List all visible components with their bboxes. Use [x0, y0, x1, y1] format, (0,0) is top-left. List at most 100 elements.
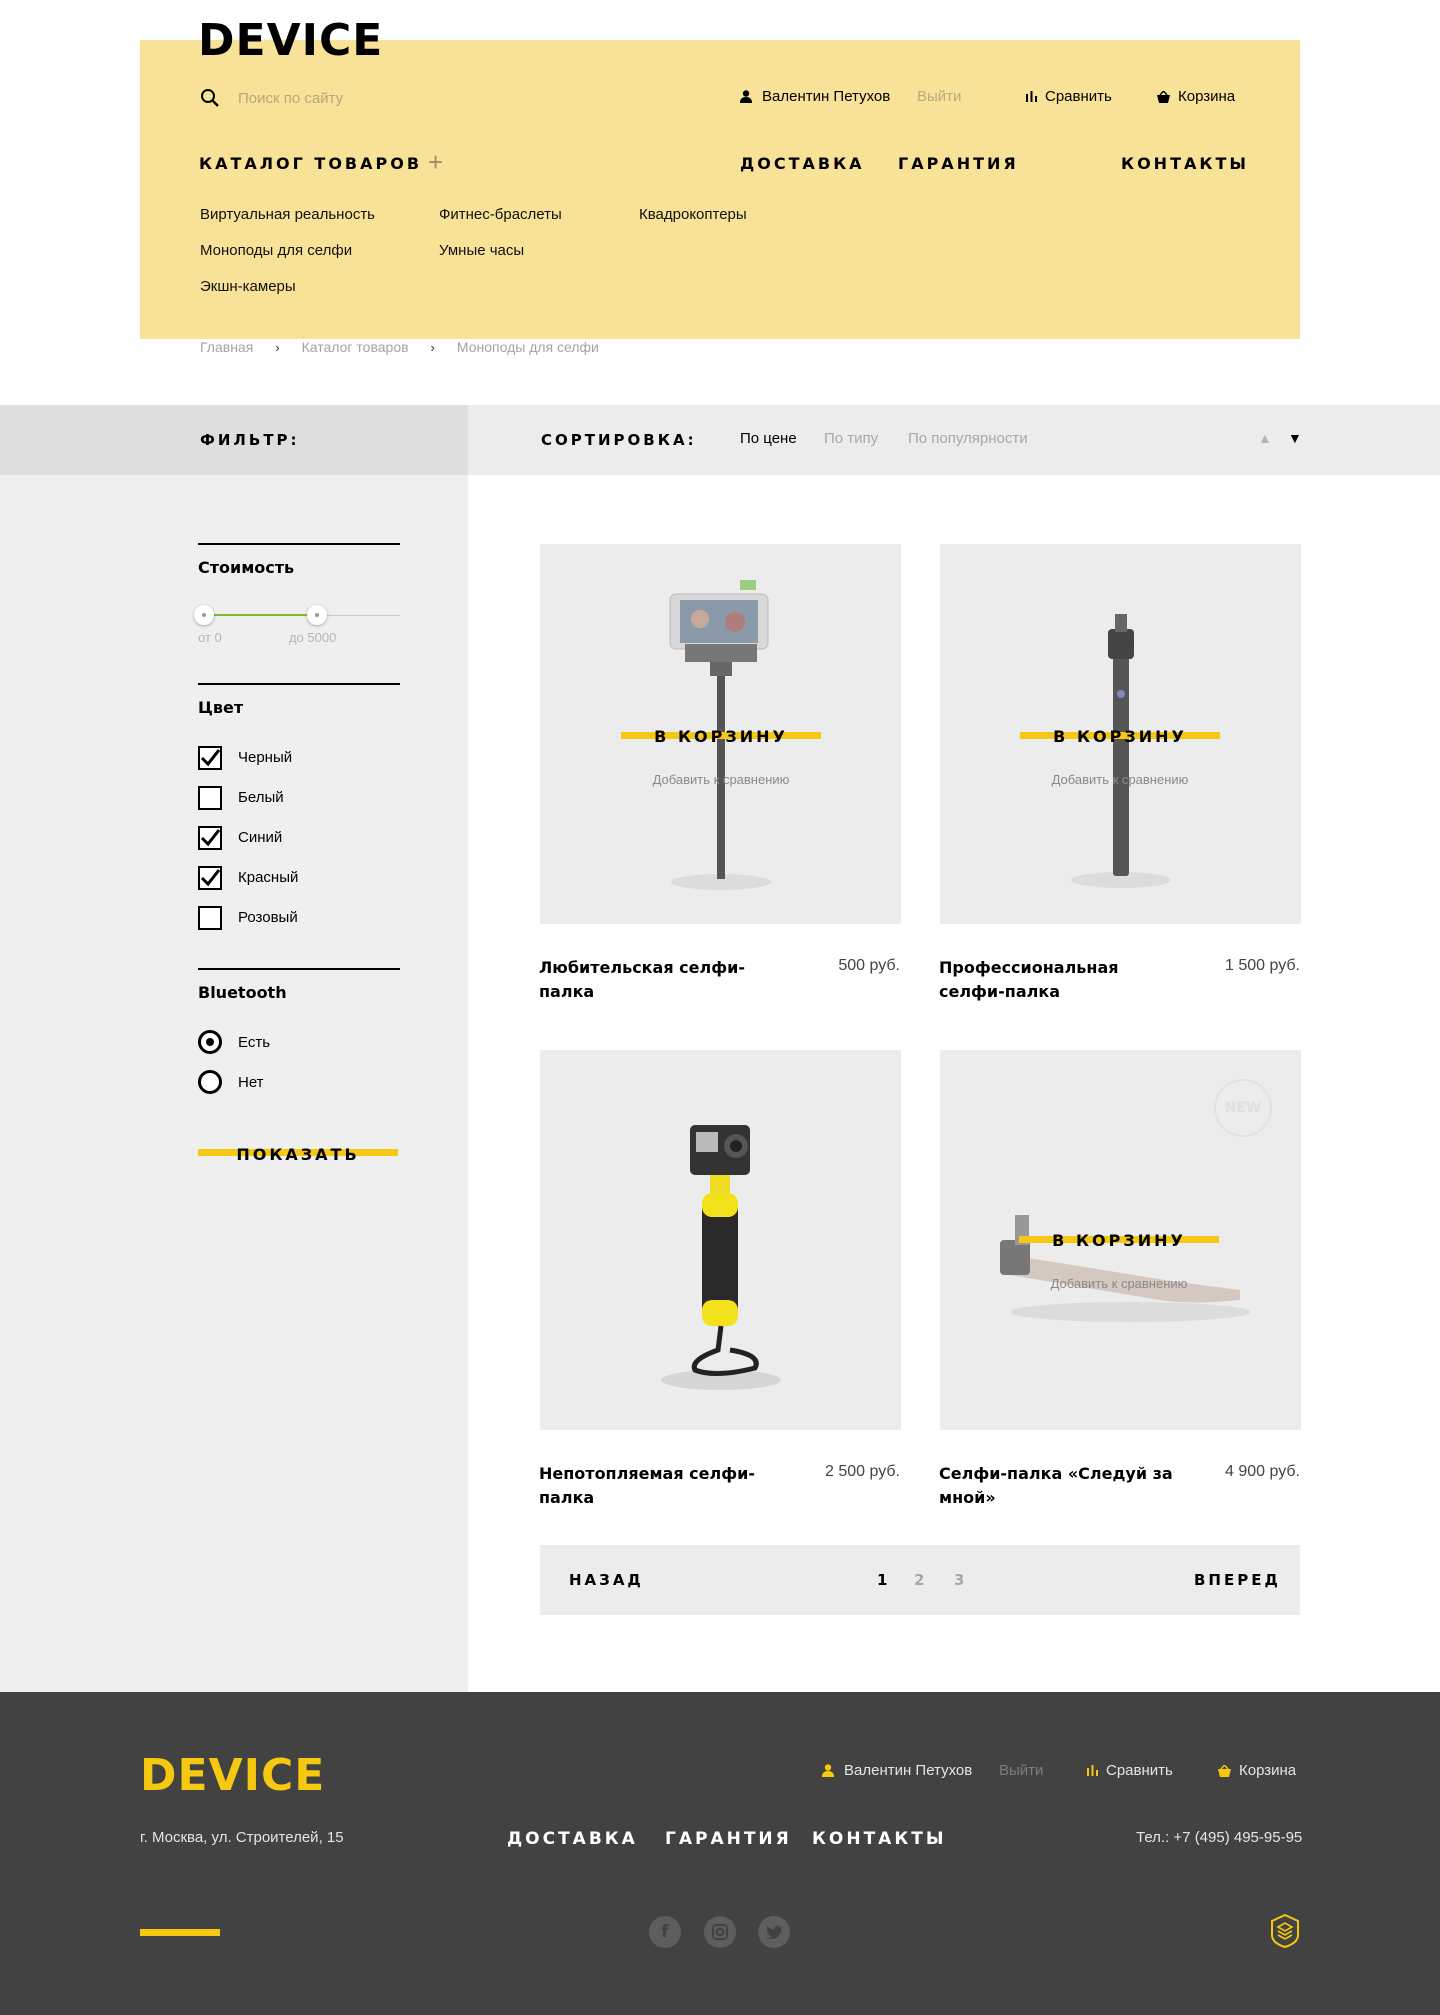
divider	[198, 968, 400, 970]
breadcrumb-catalog[interactable]: Каталог товаров	[302, 339, 409, 355]
submenu-item[interactable]: Экшн-камеры	[200, 278, 296, 295]
cart-button-label: В КОРЗИНУ	[1053, 726, 1187, 746]
checkbox-label: Розовый	[238, 909, 298, 926]
footer-logo[interactable]: DEVICE	[140, 1750, 325, 1801]
submenu-item[interactable]: Виртуальная реальность	[200, 206, 375, 223]
breadcrumb: Главная › Каталог товаров › Моноподы для…	[200, 339, 599, 355]
sort-desc-icon[interactable]: ▼	[1288, 430, 1302, 446]
facebook-icon[interactable]: f	[649, 1916, 681, 1948]
product-title[interactable]: Селфи-палка «Следуй за мной»	[939, 1462, 1189, 1510]
checkmark-icon	[200, 869, 220, 887]
product-title[interactable]: Любительская селфи-палка	[539, 956, 789, 1004]
filter-title: ФИЛЬТР:	[200, 431, 300, 449]
cart-button-label: В КОРЗИНУ	[654, 726, 788, 746]
new-badge: NEW	[1214, 1079, 1272, 1137]
plus-icon[interactable]: +	[428, 149, 443, 175]
color-filter-title: Цвет	[198, 698, 244, 717]
add-to-compare-link[interactable]: Добавить к сравнению	[621, 772, 821, 787]
checkbox-red[interactable]	[198, 866, 222, 890]
checkbox-white[interactable]	[198, 786, 222, 810]
nav-catalog[interactable]: КАТАЛОГ ТОВАРОВ	[199, 154, 422, 173]
footer-nav-warranty[interactable]: ГАРАНТИЯ	[665, 1829, 792, 1849]
submenu-item[interactable]: Фитнес-браслеты	[439, 206, 562, 223]
footer-compare-link[interactable]: Сравнить	[1087, 1762, 1173, 1779]
chevron-right-icon: ›	[430, 339, 435, 355]
divider	[198, 543, 400, 545]
price-range-fill	[203, 614, 317, 616]
selfie-stick-image	[661, 1125, 781, 1390]
twitter-icon[interactable]	[758, 1916, 790, 1948]
add-to-cart-button[interactable]: В КОРЗИНУ	[1019, 1228, 1219, 1252]
search-input[interactable]	[238, 86, 498, 110]
footer-cart-link[interactable]: Корзина	[1218, 1762, 1296, 1779]
sort-by-type[interactable]: По типу	[824, 430, 878, 447]
add-to-cart-button[interactable]: В КОРЗИНУ	[1020, 724, 1220, 748]
product-price: 2 500 руб.	[825, 1463, 900, 1480]
instagram-icon[interactable]	[704, 1916, 736, 1948]
product-title[interactable]: Профессиональная селфи-палка	[939, 956, 1189, 1004]
search-icon[interactable]	[200, 88, 220, 108]
nav-delivery[interactable]: ДОСТАВКА	[740, 154, 865, 173]
submenu-item[interactable]: Квадрокоптеры	[639, 206, 747, 223]
page-2[interactable]: 2	[914, 1571, 924, 1589]
basket-icon	[1218, 1764, 1231, 1777]
footer	[0, 1692, 1440, 2015]
radio-bluetooth-yes[interactable]	[198, 1030, 222, 1054]
price-max-handle[interactable]	[307, 605, 327, 625]
price-min-label: от 0	[198, 630, 222, 645]
nav-contacts[interactable]: КОНТАКТЫ	[1121, 154, 1249, 173]
checkbox-black[interactable]	[198, 746, 222, 770]
footer-user-link[interactable]: Валентин Петухов	[822, 1762, 972, 1779]
cart-label: Корзина	[1178, 88, 1236, 105]
nav-warranty[interactable]: ГАРАНТИЯ	[898, 154, 1019, 173]
logout-link[interactable]: Выйти	[917, 88, 961, 105]
bluetooth-filter-title: Bluetooth	[198, 983, 287, 1002]
sort-by-popularity[interactable]: По популярности	[908, 430, 1028, 447]
prev-page-button[interactable]: НАЗАД	[569, 1571, 644, 1589]
price-min-handle[interactable]	[194, 605, 214, 625]
radio-bluetooth-no[interactable]	[198, 1070, 222, 1094]
submenu-item[interactable]: Умные часы	[439, 242, 524, 259]
submenu-item[interactable]: Моноподы для селфи	[200, 242, 352, 259]
radio-label: Есть	[238, 1034, 271, 1051]
checkbox-pink[interactable]	[198, 906, 222, 930]
checkbox-label: Красный	[238, 869, 299, 886]
sort-title: СОРТИРОВКА:	[541, 431, 697, 449]
page-1[interactable]: 1	[877, 1571, 887, 1589]
checkbox-label: Синий	[238, 829, 283, 846]
show-button[interactable]: ПОКАЗАТЬ	[198, 1140, 398, 1168]
add-to-cart-button[interactable]: В КОРЗИНУ	[621, 724, 821, 748]
product-price: 500 руб.	[838, 957, 900, 974]
product-price: 1 500 руб.	[1225, 957, 1300, 974]
page-3[interactable]: 3	[954, 1571, 964, 1589]
next-page-button[interactable]: ВПЕРЕД	[1194, 1571, 1281, 1589]
sort-by-price[interactable]: По цене	[740, 430, 797, 447]
user-link[interactable]: Валентин Петухов	[740, 88, 890, 105]
footer-nav-contacts[interactable]: КОНТАКТЫ	[812, 1829, 946, 1849]
filter-sidebar	[0, 475, 468, 1692]
chevron-right-icon: ›	[275, 339, 280, 355]
checkbox-blue[interactable]	[198, 826, 222, 850]
breadcrumb-home[interactable]: Главная	[200, 339, 253, 355]
logo[interactable]: DEVICE	[198, 16, 383, 66]
footer-user-name: Валентин Петухов	[844, 1762, 973, 1779]
footer-nav-delivery[interactable]: ДОСТАВКА	[507, 1829, 638, 1849]
product-image[interactable]	[540, 1050, 901, 1430]
cart-link[interactable]: Корзина	[1157, 88, 1235, 105]
footer-compare-label: Сравнить	[1106, 1762, 1173, 1779]
header-panel	[140, 40, 1300, 339]
breadcrumb-current: Моноподы для селфи	[456, 339, 599, 355]
checkbox-label: Белый	[238, 789, 284, 806]
add-to-compare-link[interactable]: Добавить к сравнению	[1019, 1276, 1219, 1291]
price-filter-title: Стоимость	[198, 558, 295, 577]
add-to-compare-link[interactable]: Добавить к сравнению	[1020, 772, 1220, 787]
footer-logout-link[interactable]: Выйти	[999, 1762, 1043, 1779]
sort-asc-icon[interactable]: ▲	[1258, 430, 1272, 446]
shield-icon[interactable]	[1270, 1913, 1300, 1949]
product-title[interactable]: Непотопляемая селфи-палка	[539, 1462, 809, 1510]
user-name: Валентин Петухов	[762, 88, 891, 105]
divider	[198, 683, 400, 685]
price-max-label: до 5000	[289, 630, 337, 645]
radio-label: Нет	[238, 1074, 264, 1091]
compare-link[interactable]: Сравнить	[1026, 88, 1112, 105]
